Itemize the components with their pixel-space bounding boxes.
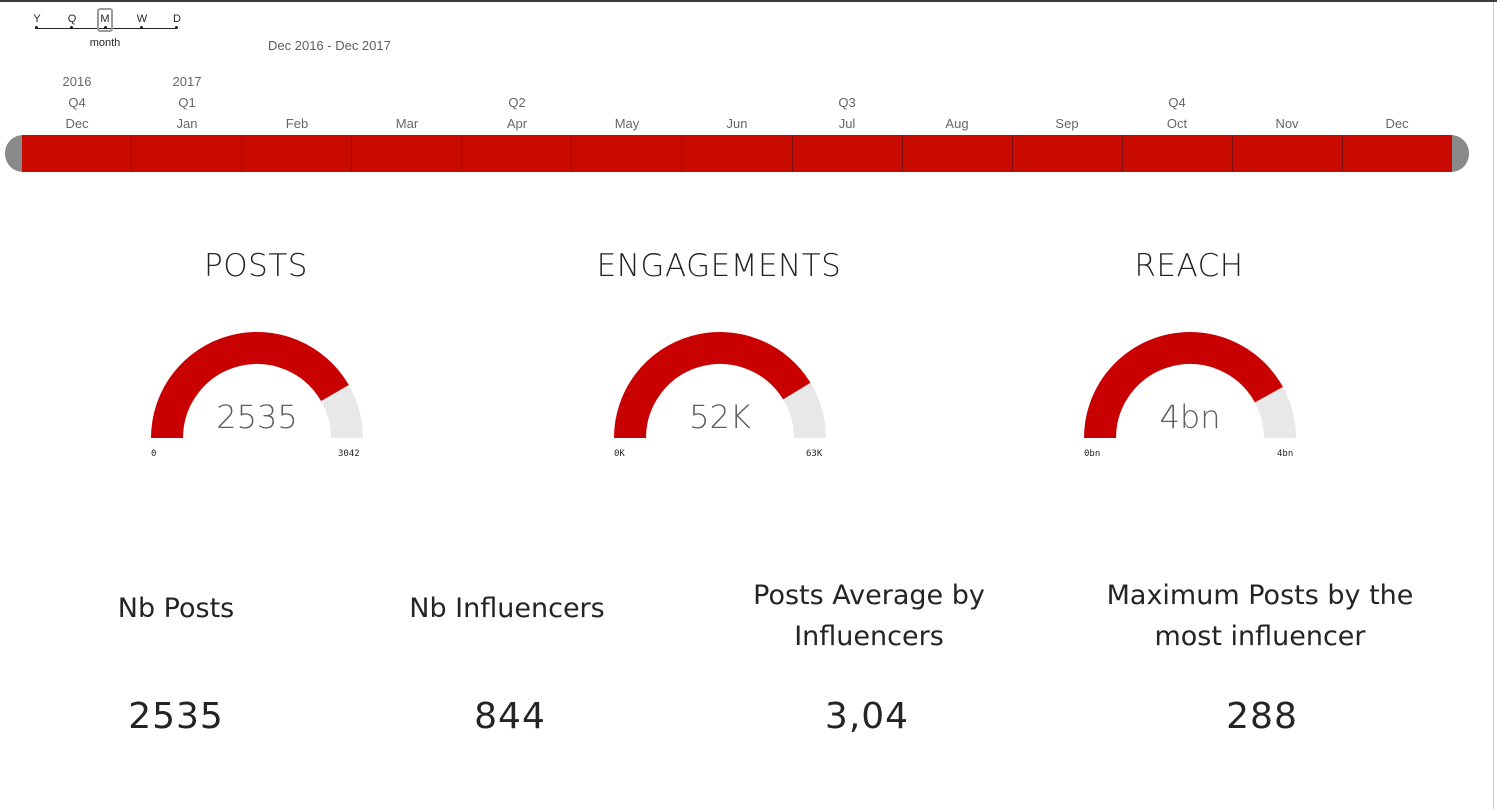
timeline-period-cell[interactable] <box>132 135 243 172</box>
granularity-tick <box>175 26 178 29</box>
granularity-caption: month <box>89 37 121 49</box>
scrollbar-edge <box>1493 2 1494 809</box>
gauge-max-reach: 4bn <box>1277 449 1294 459</box>
timeline-period-cell[interactable] <box>462 135 573 172</box>
timeline-quarter-label: Q4 <box>1168 95 1186 110</box>
date-range-label: Dec 2016 - Dec 2017 <box>268 38 391 53</box>
gauge-title-reach: REACH <box>1134 248 1244 284</box>
timeline-period-cell[interactable] <box>792 135 903 172</box>
card-value-nb-posts: 2535 <box>128 696 224 737</box>
timeline-month-label: Nov <box>1275 116 1299 131</box>
timeline-month-label: Feb <box>285 116 309 131</box>
card-value-max-posts: 288 <box>1226 696 1298 737</box>
timeline-period-cell[interactable] <box>242 135 353 172</box>
timeline-quarter-label: Q1 <box>178 95 196 110</box>
card-label-posts-average: Posts Average by Influencers <box>753 580 985 652</box>
timeline-month-label: Dec <box>65 116 89 131</box>
timeline-year-label: 2016 <box>62 74 92 89</box>
timeline-month-label: May <box>614 116 640 131</box>
timeline-month-label: Jun <box>726 116 748 131</box>
timeline-period-cell[interactable] <box>902 135 1013 172</box>
timeline-month-label: Apr <box>506 116 528 131</box>
timeline-quarter-label: Q3 <box>838 95 856 110</box>
gauge-title-engagements: ENGAGEMENTS <box>596 248 842 284</box>
timeline-month-label: Jul <box>838 116 856 131</box>
granularity-option-day[interactable]: D <box>167 13 187 25</box>
timeline-month-label: Sep <box>1055 116 1079 131</box>
timeline-month-label: Mar <box>395 116 419 131</box>
card-value-nb-influencers: 844 <box>474 696 546 737</box>
granularity-option-week[interactable]: W <box>132 13 152 25</box>
card-label-max-posts: Maximum Posts by the most influencer <box>1106 580 1414 652</box>
granularity-tick <box>140 26 143 29</box>
timeline-quarter-label: Q2 <box>508 95 526 110</box>
timeline-period-cell[interactable] <box>1012 135 1123 172</box>
gauge-min-engagements: 0K <box>614 449 625 459</box>
timeline-period-cell[interactable] <box>572 135 683 172</box>
gauge-value-posts: 2535 <box>216 398 298 436</box>
card-value-posts-average: 3,04 <box>824 696 910 737</box>
gauge-max-engagements: 63K <box>806 449 823 459</box>
gauge-min-reach: 0bn <box>1084 449 1101 459</box>
timeline-period-cell[interactable] <box>352 135 463 172</box>
granularity-option-quarter[interactable]: Q <box>62 13 82 25</box>
timeline-quarter-label: Q4 <box>68 95 86 110</box>
window-top-border <box>0 0 1497 2</box>
timeline-year-label: 2017 <box>172 74 202 89</box>
card-label-nb-posts: Nb Posts <box>117 593 235 624</box>
timeline-month-label: Oct <box>1166 116 1188 131</box>
gauge-min-posts: 0 <box>151 449 157 459</box>
timeline-month-label: Dec <box>1385 116 1409 131</box>
granularity-tick <box>70 26 73 29</box>
granularity-tick <box>104 26 107 29</box>
timeline-period-cell[interactable] <box>1342 135 1453 172</box>
timeline-slicer[interactable] <box>5 135 1469 172</box>
timeline-period-cell[interactable] <box>682 135 793 172</box>
timeline-period-cell[interactable] <box>1232 135 1343 172</box>
timeline-month-label: Jan <box>176 116 198 131</box>
granularity-tick <box>35 26 38 29</box>
granularity-option-month[interactable]: M <box>95 13 115 25</box>
timeline-period-cell[interactable] <box>22 135 133 172</box>
granularity-selector[interactable]: Y Q M W D month <box>27 8 187 50</box>
granularity-option-year[interactable]: Y <box>27 13 47 25</box>
gauge-max-posts: 3042 <box>338 449 360 459</box>
gauge-title-posts: POSTS <box>204 248 308 284</box>
timeline-bar[interactable] <box>22 135 1453 172</box>
gauge-value-engagements: 52K <box>689 398 751 436</box>
timeline-period-cell[interactable] <box>1122 135 1233 172</box>
timeline-month-label: Aug <box>945 116 969 131</box>
card-label-nb-influencers: Nb Influencers <box>409 593 605 624</box>
gauge-value-reach: 4bn <box>1159 398 1221 436</box>
